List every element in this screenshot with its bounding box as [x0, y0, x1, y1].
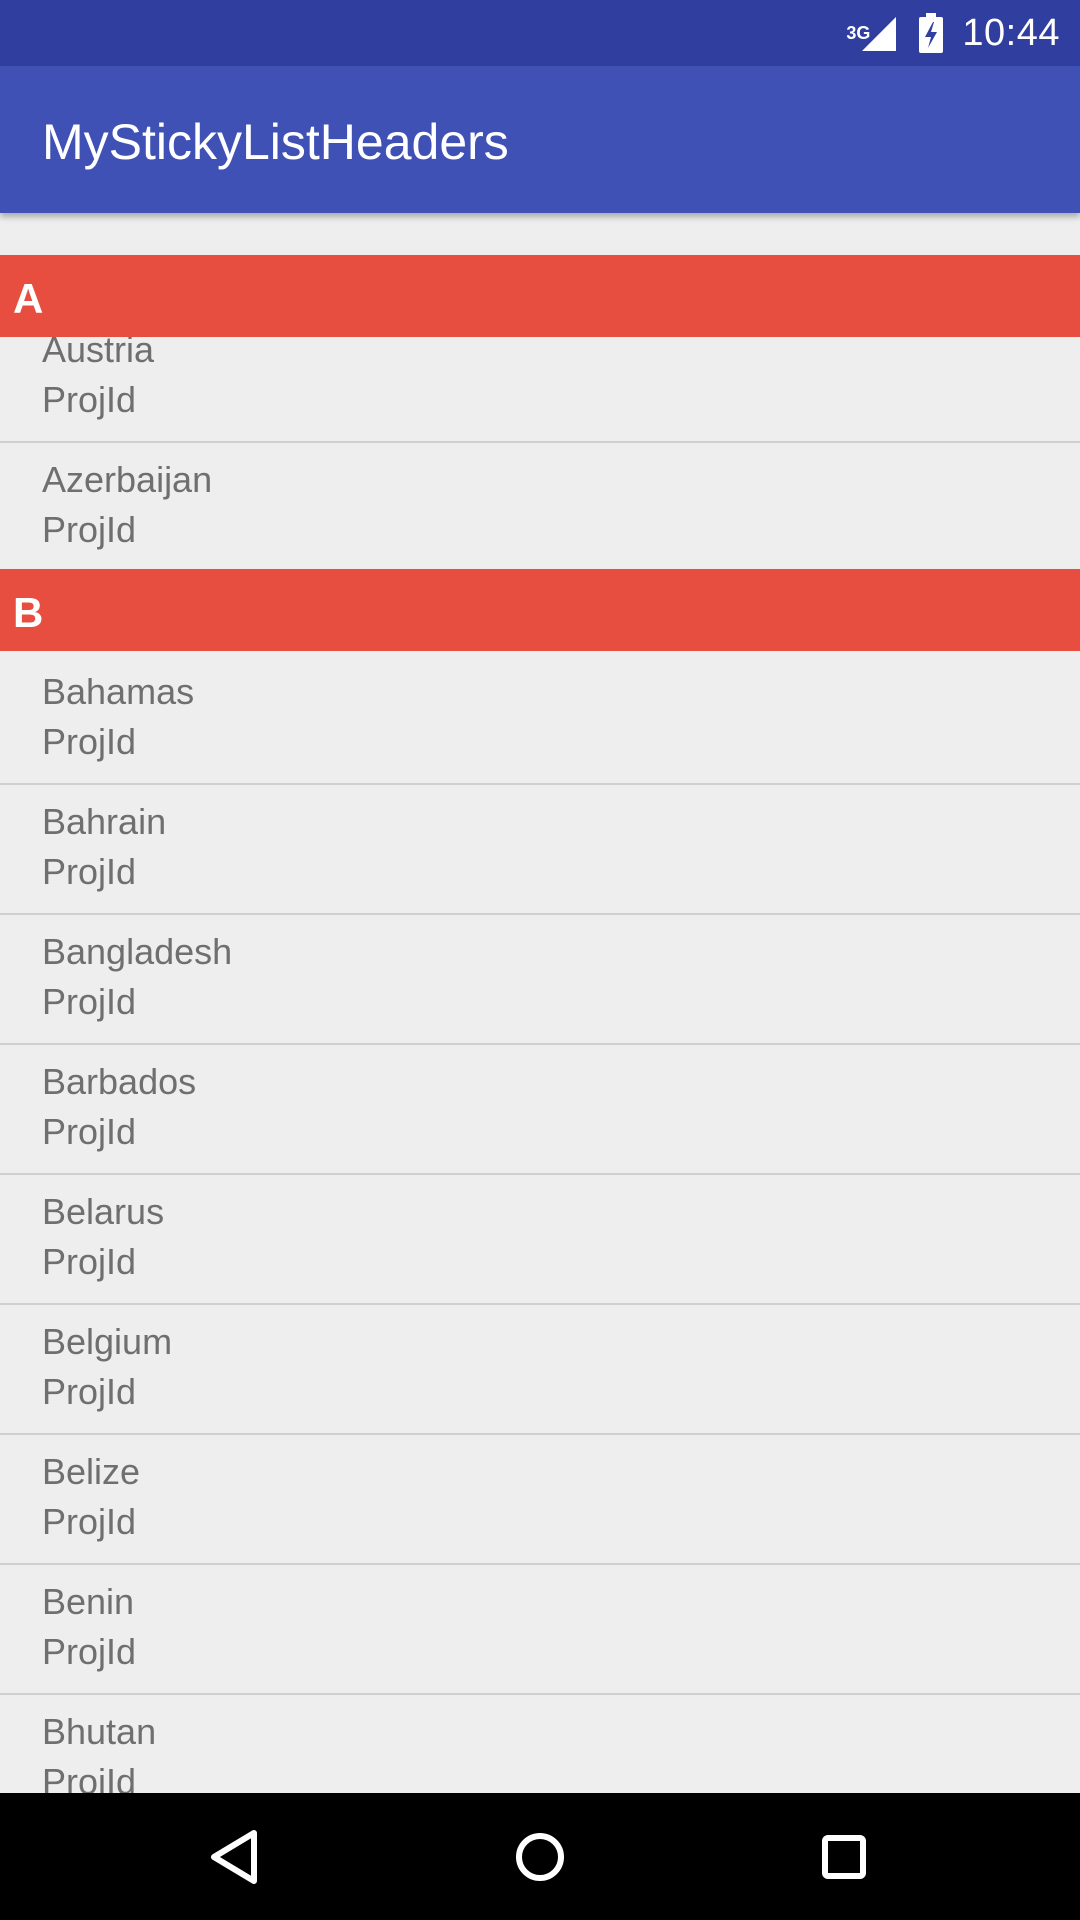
list-item-benin[interactable]: Benin ProjId — [0, 1565, 1080, 1695]
list-item-bahamas[interactable]: Bahamas ProjId — [0, 655, 1080, 785]
list-item-name: Belize — [42, 1451, 141, 1492]
home-circle-icon[interactable] — [504, 1821, 576, 1893]
list-item-subtitle: ProjId — [42, 981, 137, 1022]
list-item-subtitle: ProjId — [42, 721, 137, 762]
app-bar: MyStickyListHeaders — [0, 66, 1080, 213]
list-item-bhutan[interactable]: Bhutan ProjId — [0, 1695, 1080, 1793]
battery-charging-icon — [918, 13, 944, 53]
section-header-a: A — [0, 255, 1080, 337]
list-item-subtitle: ProjId — [42, 1501, 137, 1542]
list-item-subtitle: ProjId — [42, 1631, 137, 1672]
section-header-b: B — [0, 569, 1080, 651]
list-item-bahrain[interactable]: Bahrain ProjId — [0, 785, 1080, 915]
app-title: MyStickyListHeaders — [42, 114, 509, 170]
list-item-belgium[interactable]: Belgium ProjId — [0, 1305, 1080, 1435]
status-clock: 10:44 — [962, 11, 1060, 54]
list-item-subtitle: ProjId — [42, 1241, 137, 1282]
list-item-subtitle: ProjId — [42, 1111, 137, 1152]
status-bar: 3G 10:44 — [0, 0, 1080, 66]
navigation-bar — [0, 1793, 1080, 1920]
list-item-barbados[interactable]: Barbados ProjId — [0, 1045, 1080, 1175]
list-item-subtitle: ProjId — [42, 509, 137, 550]
list-item-name: Bahamas — [42, 671, 195, 712]
list-item-subtitle: ProjId — [42, 1371, 137, 1412]
recents-square-icon[interactable] — [808, 1821, 880, 1893]
status-icons: 3G 10:44 — [846, 0, 1060, 66]
section-header-letter: A — [13, 275, 44, 322]
list-item-bangladesh[interactable]: Bangladesh ProjId — [0, 915, 1080, 1045]
back-triangle-icon[interactable] — [200, 1821, 272, 1893]
list-item-name: Barbados — [42, 1061, 197, 1102]
network-type-label: 3G — [846, 23, 871, 43]
list-item-name: Belgium — [42, 1321, 173, 1362]
list-item-name: Bhutan — [42, 1711, 157, 1752]
list-item-belarus[interactable]: Belarus ProjId — [0, 1175, 1080, 1305]
list-item-name: Azerbaijan — [42, 459, 213, 500]
list-item-name: Bangladesh — [42, 931, 233, 972]
list-item-belize[interactable]: Belize ProjId — [0, 1435, 1080, 1565]
app-screen: 3G 10:44 MyStickyListHeaders A Austria P… — [0, 0, 1080, 1920]
section-header-letter: B — [13, 589, 44, 636]
list-item-subtitle: ProjId — [42, 1761, 137, 1793]
cell-signal-icon: 3G — [846, 13, 900, 53]
sticky-list[interactable]: A Austria ProjId Azerbaijan ProjId B Bah… — [0, 213, 1080, 1793]
list-item-name: Benin — [42, 1581, 135, 1622]
list-item-subtitle: ProjId — [42, 379, 137, 420]
list-item-azerbaijan[interactable]: Azerbaijan ProjId — [0, 443, 1080, 573]
list-item-name: Bahrain — [42, 801, 167, 842]
list-item-name: Belarus — [42, 1191, 165, 1232]
list-item-subtitle: ProjId — [42, 851, 137, 892]
